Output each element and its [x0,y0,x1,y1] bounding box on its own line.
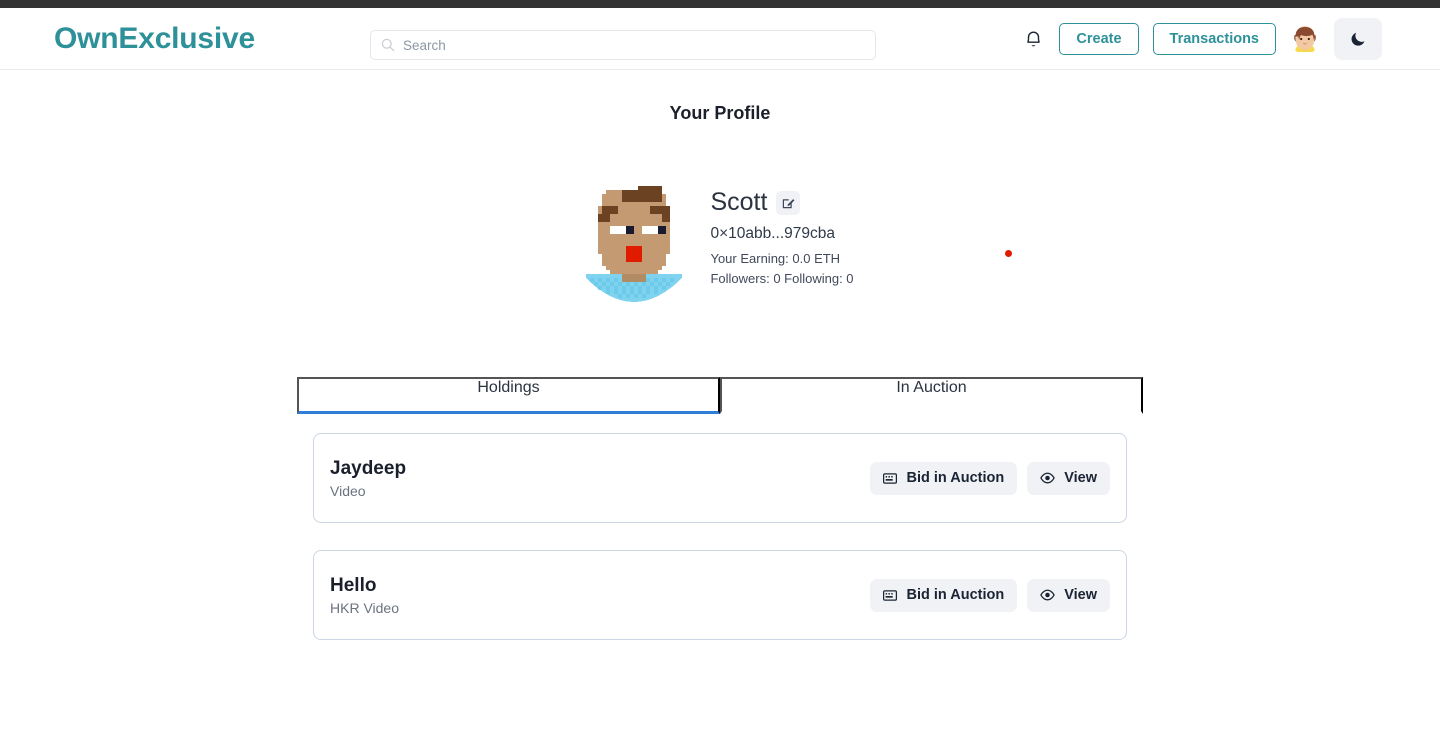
card-title: Jaydeep [330,457,407,479]
wallet-address: 0×10abb...979cba [710,225,836,242]
profile-section: Scott 0×10abb...979cba Your Earning: 0.0… [0,186,1440,306]
header-actions: Create Transactions [1021,17,1382,60]
earnings-text: Your Earning: 0.0 ETH [710,251,841,266]
card-subtitle: HKR Video [330,599,400,616]
bid-in-auction-button[interactable]: Bid in Auction [870,578,1018,612]
holdings-list: Jaydeep Video Bid in Auction View Hello … [313,433,1127,640]
card-subtitle: Video [330,482,366,499]
view-button[interactable]: View [1027,461,1110,495]
list-item[interactable]: Jaydeep Video Bid in Auction View [313,433,1127,523]
status-dot [1005,250,1012,257]
user-avatar[interactable] [1290,23,1320,54]
list-item[interactable]: Hello HKR Video Bid in Auction View [313,550,1127,640]
notification-bell-button[interactable] [1021,26,1045,52]
eye-icon [1040,472,1056,484]
page-title: Your Profile [669,103,771,123]
card-text: Hello HKR Video [330,575,399,616]
bid-in-auction-label: Bid in Auction [906,470,1005,486]
bid-in-auction-label: Bid in Auction [906,587,1005,603]
user-avatar-icon [1290,23,1320,54]
moon-icon [1351,32,1364,46]
eye-icon [1040,589,1056,601]
app-header: OwnExclusive Create Transactions [0,8,1440,70]
view-button[interactable]: View [1027,578,1110,612]
search-input[interactable] [403,37,865,53]
card-actions: Bid in Auction View [870,578,1110,612]
tab-in-auction[interactable]: In Auction [720,377,1143,414]
profile-name-row: Scott [710,190,853,215]
card-text: Jaydeep Video [330,458,406,499]
profile-info: Scott 0×10abb...979cba Your Earning: 0.0… [710,186,853,289]
dark-mode-toggle[interactable] [1334,17,1382,60]
edit-profile-button[interactable] [776,190,801,215]
card-actions: Bid in Auction View [870,461,1110,495]
view-label: View [1064,587,1097,603]
edit-pencil-icon [782,199,795,209]
tab-holdings[interactable]: Holdings [297,377,720,414]
profile-tabs: Holdings In Auction [297,377,1143,414]
create-button[interactable]: Create [1059,22,1139,55]
followers-following-text: Followers: 0 Following: 0 [710,271,854,287]
keyboard-icon [883,589,898,601]
card-title: Hello [330,574,377,596]
keyboard-icon [883,472,898,484]
search-icon [381,38,395,52]
profile-name: Scott [710,188,768,216]
pixel-art-avatar [586,186,683,302]
top-accent-bar [0,0,1440,8]
app-logo[interactable]: OwnExclusive [54,22,255,56]
transactions-button[interactable]: Transactions [1152,22,1276,55]
notification-bell-icon [1027,31,1040,47]
bid-in-auction-button[interactable]: Bid in Auction [870,461,1018,495]
search-bar[interactable] [370,30,876,60]
view-label: View [1064,470,1097,486]
